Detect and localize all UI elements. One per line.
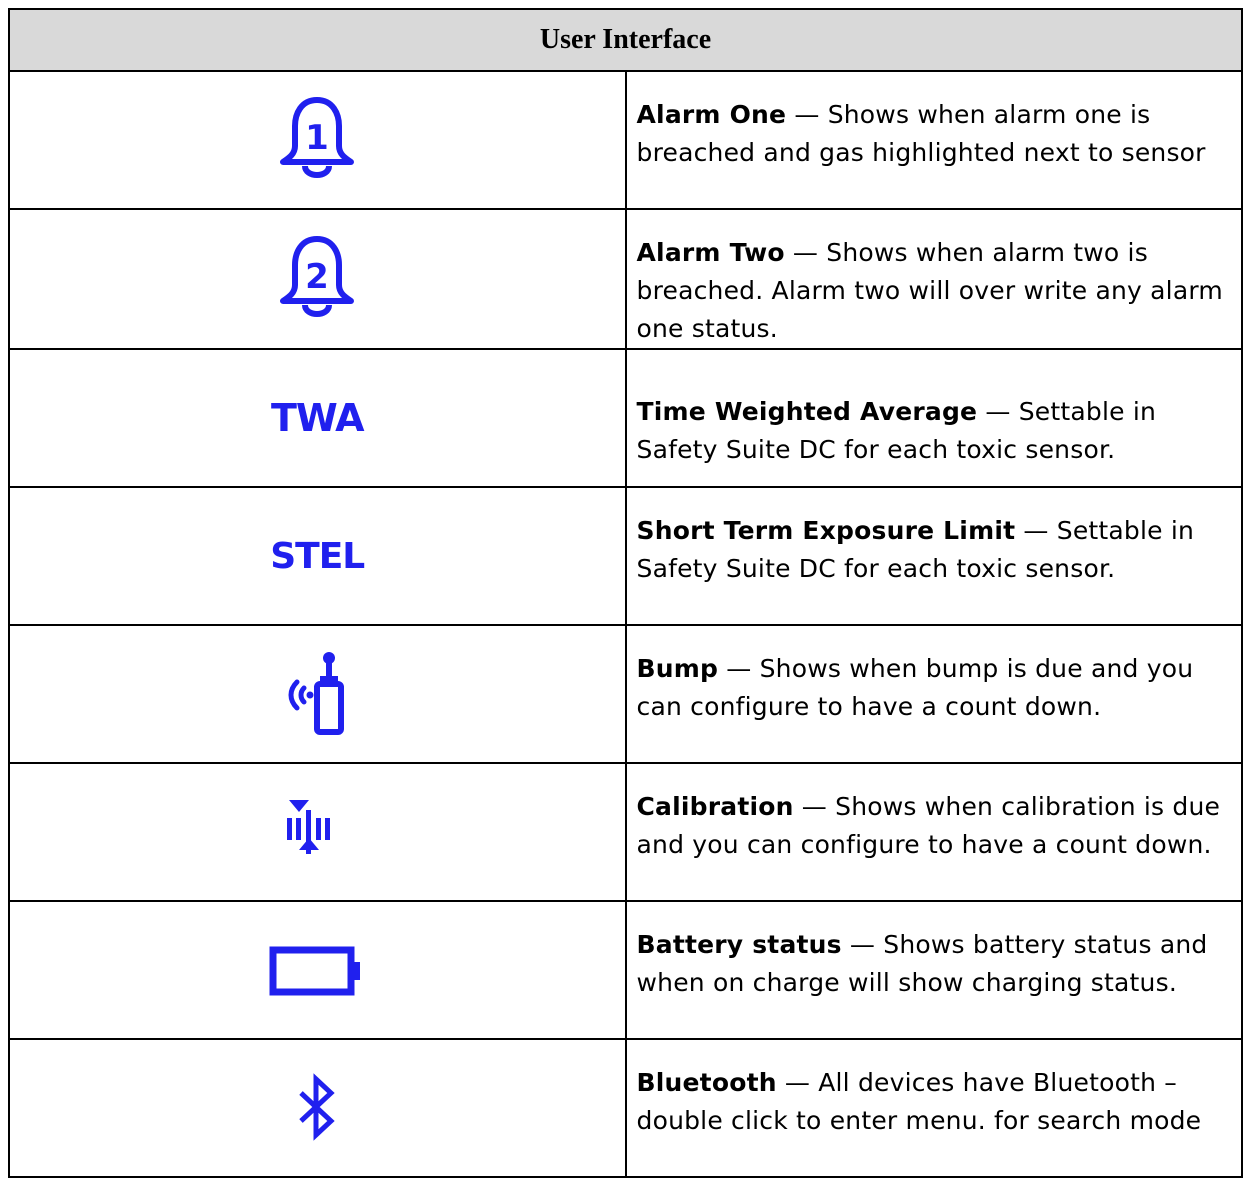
- term-label: Alarm One: [636, 100, 787, 129]
- table-row: STEL Short Term Exposure Limit — Settabl…: [8, 486, 1243, 626]
- table-row: Calibration — Shows when calibration is …: [8, 762, 1243, 902]
- table-row: Bump — Shows when bump is due and you ca…: [8, 624, 1243, 764]
- bluetooth-icon: [287, 1073, 347, 1141]
- svg-text:1: 1: [305, 118, 329, 158]
- separator: —: [977, 397, 1019, 426]
- table-row: Battery status — Shows battery status an…: [8, 900, 1243, 1040]
- term-label: Bluetooth: [636, 1068, 777, 1097]
- description-cell: Time Weighted Average — Settable in Safe…: [624, 348, 1243, 488]
- description-cell: Battery status — Shows battery status an…: [624, 900, 1243, 1040]
- term-label: Time Weighted Average: [636, 397, 978, 426]
- alarm-one-bell-icon: 1: [271, 97, 363, 178]
- icon-cell: TWA: [8, 348, 627, 488]
- description-cell: Bump — Shows when bump is due and you ca…: [624, 624, 1243, 764]
- twa-icon: TWA: [270, 396, 365, 440]
- bump-icon: [271, 652, 363, 735]
- icon-cell: 1: [8, 70, 627, 210]
- icon-cell: 2: [8, 208, 627, 350]
- separator: —: [776, 1068, 819, 1097]
- alarm-two-bell-icon: 2: [271, 236, 363, 317]
- user-interface-table: User Interface 1 Alarm One — Shows when …: [8, 8, 1243, 1178]
- stel-icon: STEL: [270, 535, 365, 577]
- separator: —: [1015, 516, 1057, 545]
- separator: —: [786, 100, 828, 129]
- description-cell: Bluetooth — All devices have Bluetooth –…: [624, 1038, 1243, 1178]
- separator: —: [841, 930, 884, 959]
- table-row: 1 Alarm One — Shows when alarm one is br…: [8, 70, 1243, 210]
- svg-text:2: 2: [305, 257, 329, 297]
- description-cell: Alarm Two — Shows when alarm two is brea…: [624, 208, 1243, 350]
- battery-icon: [267, 946, 367, 996]
- separator: —: [793, 792, 836, 821]
- table-header: User Interface: [8, 8, 1243, 72]
- icon-cell: STEL: [8, 486, 627, 626]
- term-label: Calibration: [636, 792, 794, 821]
- icon-cell: [8, 624, 627, 764]
- icon-cell: [8, 1038, 627, 1178]
- separator: —: [718, 654, 760, 683]
- term-label: Bump: [636, 654, 719, 683]
- description-cell: Calibration — Shows when calibration is …: [624, 762, 1243, 902]
- separator: —: [784, 238, 827, 267]
- icon-cell: [8, 900, 627, 1040]
- calibration-icon: [271, 800, 363, 854]
- description-cell: Short Term Exposure Limit — Settable in …: [624, 486, 1243, 626]
- table-row: 2 Alarm Two — Shows when alarm two is br…: [8, 208, 1243, 350]
- icon-cell: [8, 762, 627, 902]
- table-row: Bluetooth — All devices have Bluetooth –…: [8, 1038, 1243, 1178]
- term-label: Battery status: [636, 930, 842, 959]
- description-cell: Alarm One — Shows when alarm one is brea…: [624, 70, 1243, 210]
- term-label: Short Term Exposure Limit: [636, 516, 1016, 545]
- term-label: Alarm Two: [636, 238, 785, 267]
- table-row: TWA Time Weighted Average — Settable in …: [8, 348, 1243, 488]
